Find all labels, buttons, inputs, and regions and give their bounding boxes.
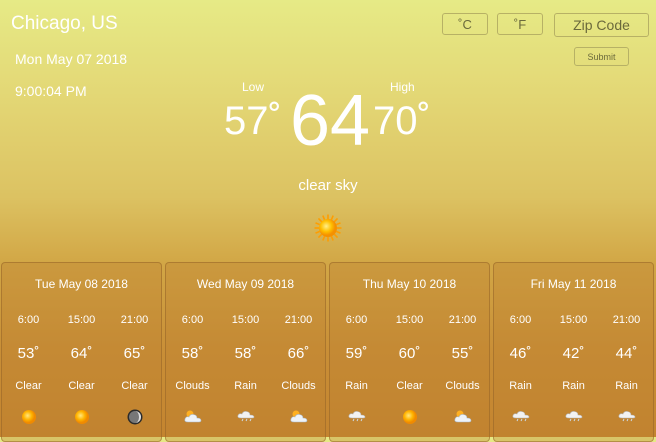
forecast-temp: 53˚ [17,345,40,362]
high-temperature: 70˚ [373,99,431,143]
forecast-time: 15:00 [395,314,424,326]
forecast-desc: Rain [345,380,368,392]
forecast-time: 21:00 [612,314,641,326]
forecast-temp: 64˚ [70,345,93,362]
forecast-desc: Clear [396,380,423,392]
forecast-desc: Clouds [175,380,210,392]
forecast-temp: 59˚ [345,345,368,362]
cloud-sun-icon [436,408,489,428]
forecast-temp: 44˚ [615,345,638,362]
forecast-temp: 42˚ [562,345,585,362]
forecast-temp: 46˚ [509,345,532,362]
forecast-temp: 60˚ [398,345,421,362]
forecast-time: 15:00 [67,314,96,326]
forecast-time: 6:00 [17,314,40,326]
forecast-time: 21:00 [120,314,149,326]
forecast-time: 6:00 [181,314,204,326]
forecast-desc: Clouds [445,380,480,392]
forecast-time: 21:00 [448,314,477,326]
forecast-time: 6:00 [509,314,532,326]
forecast-desc: Clear [68,380,95,392]
sun-icon [314,214,342,242]
forecast-desc: Rain [562,380,585,392]
sun-icon [383,408,436,428]
current-temperature: 64 [290,81,371,161]
forecast-time: 6:00 [345,314,368,326]
forecast-time: 15:00 [559,314,588,326]
forecast-desc: Clear [121,380,148,392]
submit-button[interactable]: Submit [574,47,629,66]
moon-icon [108,408,161,428]
forecast-time: 21:00 [284,314,313,326]
forecast-date: Tue May 08 2018 [35,277,128,291]
city-name: Chicago, US [11,13,118,34]
rain-cloud-icon [600,408,653,428]
cloud-sun-icon [166,408,219,428]
fahrenheit-button[interactable]: ˚F [497,13,543,35]
forecast-desc: Rain [615,380,638,392]
low-temperature: 57˚ [224,99,282,143]
current-date: Mon May 07 2018 [15,51,128,67]
celsius-button[interactable]: ˚C [442,13,488,35]
forecast-temp: 65˚ [123,345,146,362]
forecast-temp: 58˚ [234,345,257,362]
forecast-temp: 55˚ [451,345,474,362]
zip-code-input[interactable]: Zip Code [554,13,649,37]
current-condition: clear sky [298,177,358,194]
forecast-temp: 58˚ [181,345,204,362]
high-label: High [390,80,415,94]
forecast-desc: Rain [509,380,532,392]
forecast-temp: 66˚ [287,345,310,362]
rain-cloud-icon [494,408,547,428]
forecast-card: Tue May 08 2018 6:00 15:00 21:00 53˚ 64˚ 65˚ Cl… [1,262,162,442]
sun-icon [2,408,55,428]
current-time: 9:00:04 PM [15,83,87,99]
rain-cloud-icon [219,408,272,428]
sun-icon [55,408,108,428]
forecast-time: 15:00 [231,314,260,326]
forecast-card: Fri May 11 2018 6:00 15:00 21:00 46˚ 42˚ 44˚ Ra… [493,262,654,442]
rain-cloud-icon [547,408,600,428]
cloud-sun-icon [272,408,325,428]
forecast-desc: Clear [15,380,42,392]
forecast-date: Wed May 09 2018 [196,277,295,291]
forecast-card: Wed May 09 2018 6:00 15:00 21:00 58˚ 58˚ 66˚ Cl… [165,262,326,442]
forecast-desc: Rain [234,380,257,392]
forecast-card: Thu May 10 2018 6:00 15:00 21:00 59˚ 60˚ 55˚ Ra… [329,262,490,442]
low-label: Low [242,80,265,94]
forecast-date: Thu May 10 2018 [362,277,457,291]
rain-cloud-icon [330,408,383,428]
forecast-desc: Clouds [281,380,316,392]
forecast-date: Fri May 11 2018 [530,277,617,291]
